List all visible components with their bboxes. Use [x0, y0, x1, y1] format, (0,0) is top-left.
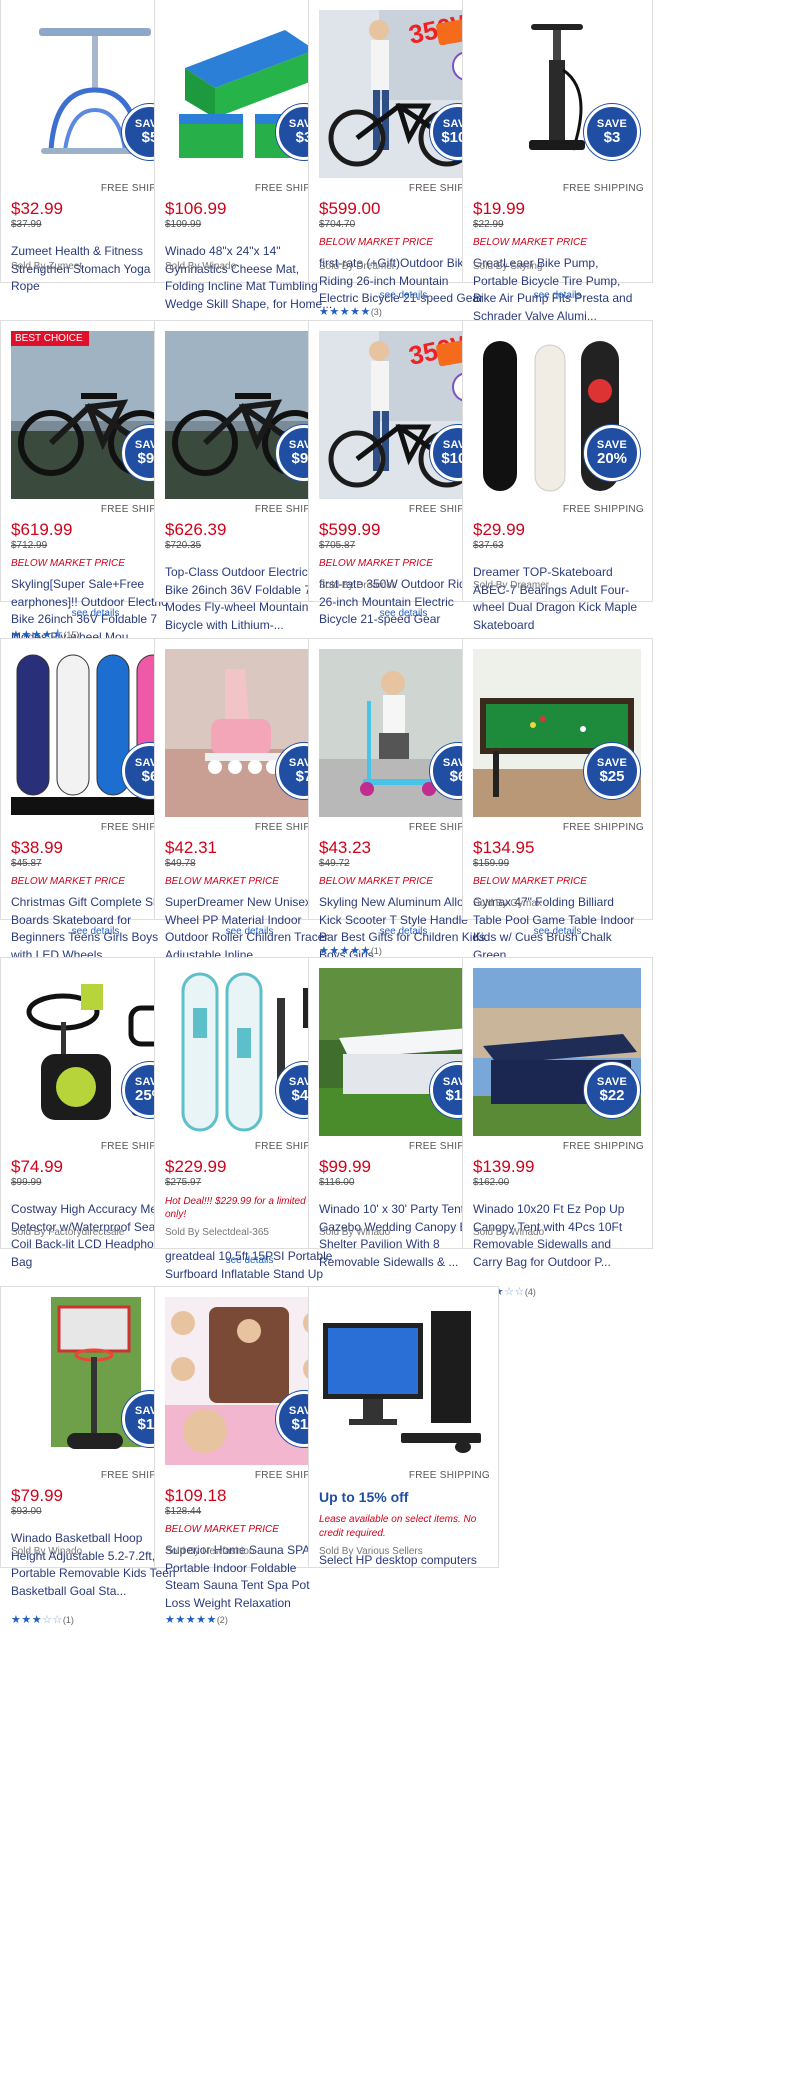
- price: $139.99: [473, 1157, 535, 1176]
- original-price: $704.70: [319, 219, 356, 230]
- star-rating[interactable]: ★★★★★(1): [319, 944, 382, 957]
- seller-name: Sold By Zumeet: [11, 261, 83, 272]
- below-market-price: BELOW MARKET PRICE: [11, 876, 125, 887]
- product-card[interactable]: SAVE $22 FREE SHIPPING $139.99 $162.00 Winado…: [462, 957, 653, 1298]
- save-amount: 20%: [596, 450, 628, 467]
- price: $599.99: [319, 520, 381, 539]
- price: $42.31: [165, 838, 217, 857]
- original-price: $116.00: [319, 1177, 355, 1188]
- original-price: $49.78: [165, 858, 196, 869]
- price: $599.00: [319, 199, 381, 218]
- promo-headline[interactable]: Up to 15% off: [319, 1489, 408, 1505]
- seller-name: Sold By Winado: [165, 261, 237, 272]
- price: $619.99: [11, 520, 73, 539]
- star-rating[interactable]: ★★★★★(3): [319, 305, 382, 318]
- original-price: $162.00: [473, 1177, 510, 1188]
- see-details-link[interactable]: see details: [462, 290, 653, 301]
- seller-name: Sold By Selectdeal-365: [165, 1227, 269, 1238]
- see-details-link[interactable]: see details: [462, 926, 653, 937]
- price: $106.99: [165, 199, 227, 218]
- best-choice-ribbon: BEST CHOICE: [11, 331, 89, 346]
- price: $74.99: [11, 1157, 63, 1176]
- below-market-price: BELOW MARKET PRICE: [319, 237, 433, 248]
- price: $29.99: [473, 520, 525, 539]
- seller-name: Sold By Factorydirectsale: [11, 1227, 125, 1238]
- price: $79.99: [11, 1486, 63, 1505]
- free-shipping-label: FREE SHIPPING: [562, 1141, 644, 1152]
- seller-name: Sold By Winado: [473, 1227, 545, 1238]
- below-market-price: BELOW MARKET PRICE: [165, 1524, 279, 1535]
- seller-name: Sold By Newfashion: [165, 1546, 255, 1557]
- original-price: $275.97: [165, 1177, 202, 1188]
- star-rating[interactable]: ★★★★★(2): [165, 1613, 228, 1626]
- save-badge: SAVE $3: [584, 104, 640, 160]
- product-card[interactable]: SAVE $25 FREE SHIPPING $134.95 $159.99 BELOW …: [462, 638, 653, 962]
- review-count: (4): [524, 1287, 536, 1297]
- seller-name: Sold By Gymax: [473, 898, 542, 909]
- see-details-link[interactable]: see details: [0, 608, 191, 619]
- price: $99.99: [319, 1157, 371, 1176]
- save-amount: $22: [599, 1087, 625, 1104]
- seller-name: Sold By Winado: [319, 1227, 391, 1238]
- original-price: $705.87: [319, 540, 356, 551]
- seller-name: Sold By Dreamer: [473, 580, 550, 591]
- original-price: $49.72: [319, 858, 350, 869]
- free-shipping-label: FREE SHIPPING: [562, 183, 644, 194]
- product-title-link[interactable]: Dreamer TOP-Skateboard ABEC-7 Bearings A…: [473, 564, 642, 634]
- original-price: $720.35: [165, 540, 202, 551]
- save-badge: SAVE $25: [584, 743, 640, 799]
- original-price: $37.99: [11, 219, 42, 230]
- price: $32.99: [11, 199, 63, 218]
- save-badge: SAVE 20%: [584, 425, 640, 481]
- see-details-link[interactable]: see details: [308, 608, 499, 619]
- original-price: $712.99: [11, 540, 48, 551]
- below-market-price: BELOW MARKET PRICE: [319, 558, 433, 569]
- seller-name: Sold By Dreamer: [319, 580, 396, 591]
- free-shipping-label: FREE SHIPPING: [562, 504, 644, 515]
- price: $134.95: [473, 838, 535, 857]
- promo-card[interactable]: FREE SHIPPING Up to 15% off Lease availabl…: [308, 1286, 499, 1568]
- below-market-price: BELOW MARKET PRICE: [473, 876, 587, 887]
- seller-name: Sold By Dreamer: [319, 261, 396, 272]
- below-market-price: BELOW MARKET PRICE: [473, 237, 587, 248]
- original-price: $99.99: [11, 1177, 42, 1188]
- price: $19.99: [473, 199, 525, 218]
- see-details-link[interactable]: see details: [154, 1255, 345, 1266]
- save-amount: $3: [603, 129, 621, 146]
- original-price: $45.87: [11, 858, 42, 869]
- seller-name: Sold By Various Sellers: [319, 1546, 423, 1557]
- promo-image[interactable]: [319, 1297, 487, 1465]
- product-card[interactable]: SAVE 20% FREE SHIPPING $29.99 $37.63 Dreamer …: [462, 320, 653, 632]
- review-count: (2): [216, 1615, 228, 1625]
- original-price: $22.99: [473, 219, 504, 230]
- price: $109.18: [165, 1486, 227, 1505]
- product-grid: SAVE $5 FREE SHIPPING $32.99 $37.99 Zumeet He…: [0, 0, 809, 2100]
- review-count: (1): [370, 946, 382, 956]
- seller-name: Sold By Winado: [11, 1546, 83, 1557]
- original-price: $128.44: [165, 1506, 202, 1517]
- price: $229.99: [165, 1157, 227, 1176]
- save-amount: $25: [599, 768, 625, 785]
- price: $43.23: [319, 838, 371, 857]
- product-card[interactable]: SAVE $3 FREE SHIPPING $19.99 $22.99 BELOW MAR…: [462, 0, 653, 323]
- review-count: (1): [62, 1615, 74, 1625]
- below-market-price: BELOW MARKET PRICE: [319, 876, 433, 887]
- seller-name: Sold By Skyling: [473, 261, 543, 272]
- star-rating[interactable]: ★★★☆☆(1): [11, 1613, 74, 1626]
- original-price: $159.99: [473, 858, 510, 869]
- below-market-price: BELOW MARKET PRICE: [11, 558, 125, 569]
- free-shipping-label: FREE SHIPPING: [408, 1470, 490, 1481]
- price: $38.99: [11, 838, 63, 857]
- original-price: $109.99: [165, 219, 202, 230]
- original-price: $93.00: [11, 1506, 42, 1517]
- price: $626.39: [165, 520, 227, 539]
- original-price: $37.63: [473, 540, 504, 551]
- below-market-price: BELOW MARKET PRICE: [165, 876, 279, 887]
- promo-note: Lease available on select items. No cred…: [319, 1514, 477, 1539]
- review-count: (3): [370, 307, 382, 317]
- free-shipping-label: FREE SHIPPING: [562, 822, 644, 833]
- save-badge: SAVE $22: [584, 1062, 640, 1118]
